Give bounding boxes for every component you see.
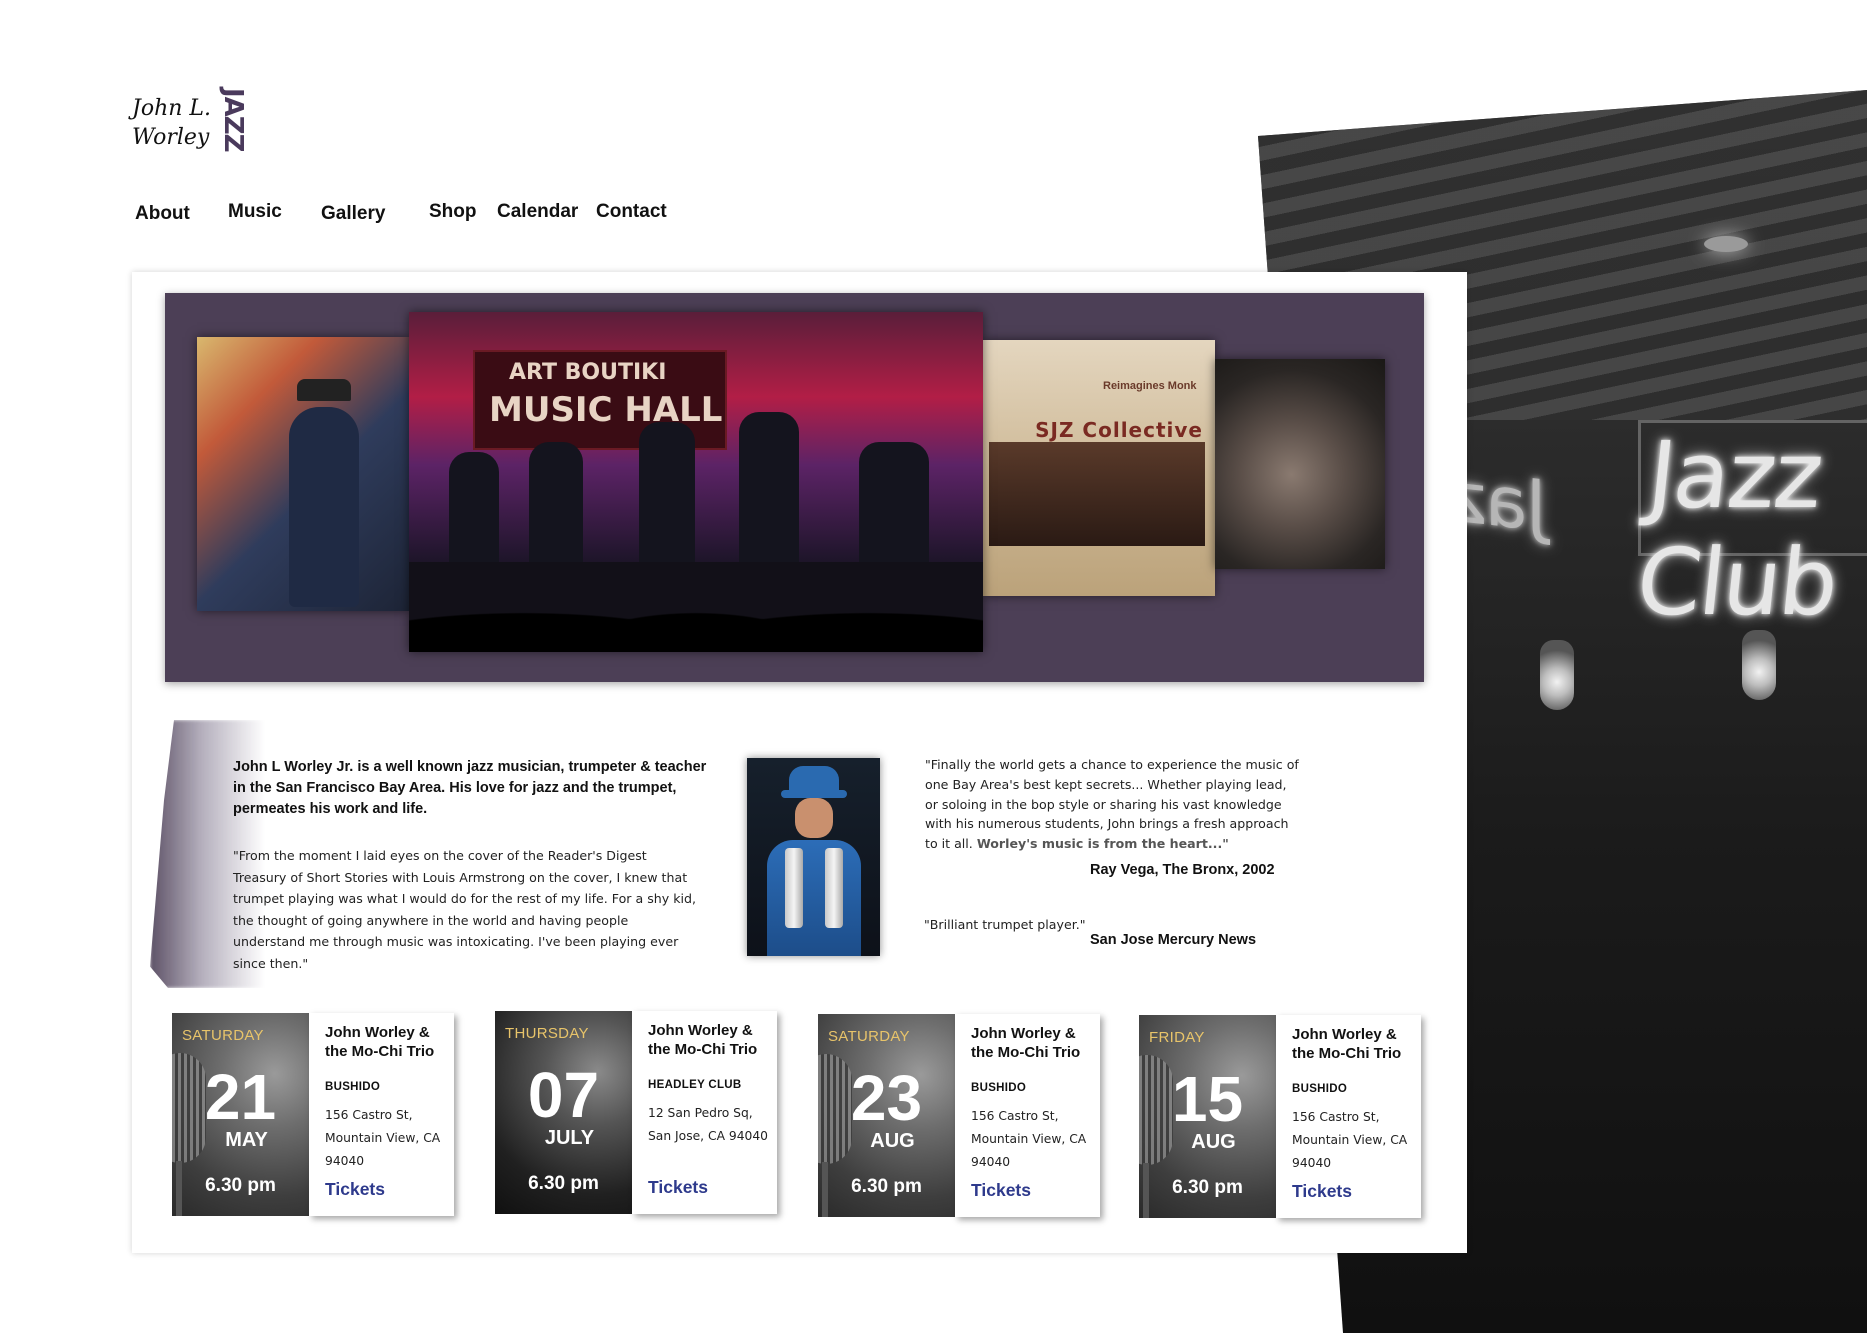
event-date: 21 xyxy=(204,1061,277,1133)
ceiling-light xyxy=(1704,236,1748,252)
event-info: John Worley & the Mo-Chi Trio HEADLEY CL… xyxy=(632,1011,777,1214)
event-info: John Worley & the Mo-Chi Trio BUSHIDO 15… xyxy=(1276,1015,1421,1218)
trumpet-performer-photo[interactable] xyxy=(197,337,409,611)
performer-figure xyxy=(289,407,359,607)
poster-heading: SJZ Collective xyxy=(1035,418,1203,442)
trumpet-closeup-photo[interactable] xyxy=(1215,359,1385,569)
event-month: AUG xyxy=(870,1130,915,1152)
nav-shop[interactable]: Shop xyxy=(429,201,477,223)
event-date: 07 xyxy=(527,1059,600,1131)
review-1-source: Ray Vega, The Bronx, 2002 xyxy=(1090,862,1275,878)
tickets-link[interactable]: Tickets xyxy=(325,1179,385,1200)
face-shape xyxy=(795,798,833,838)
event-date-panel: FRIDAY 15 AUG 6.30 pm xyxy=(1139,1015,1276,1218)
event-month: AUG xyxy=(1191,1131,1236,1153)
event-info: John Worley & the Mo-Chi Trio BUSHIDO 15… xyxy=(309,1013,454,1216)
nav-calendar[interactable]: Calendar xyxy=(497,201,578,223)
event-title: John Worley & the Mo-Chi Trio xyxy=(971,1025,1081,1061)
event-venue: BUSHIDO xyxy=(971,1082,1027,1094)
banner-line-2: MUSIC HALL xyxy=(489,390,723,430)
photo-gallery: Reimagines Monk SJZ Collective ART BOUTI… xyxy=(165,293,1424,682)
nav-contact[interactable]: Contact xyxy=(596,201,667,223)
event-time: 6.30 pm xyxy=(528,1173,599,1194)
event-day: SATURDAY xyxy=(182,1027,264,1044)
event-address: 156 Castro St, Mountain View, CA 94040 xyxy=(325,1108,441,1168)
logo-jazz-word: JAZZ xyxy=(218,88,248,152)
tickets-link[interactable]: Tickets xyxy=(648,1177,708,1198)
event-date: 23 xyxy=(850,1062,923,1134)
jacket-shape xyxy=(767,840,861,956)
poster-title: Reimagines Monk xyxy=(1103,380,1197,392)
event-address: 156 Castro St, Mountain View, CA 94040 xyxy=(1292,1110,1408,1170)
tickets-link[interactable]: Tickets xyxy=(971,1180,1031,1201)
nav-gallery[interactable]: Gallery xyxy=(321,203,385,225)
audience-silhouettes xyxy=(409,562,983,652)
nav-music[interactable]: Music xyxy=(228,201,282,223)
event-title: John Worley & the Mo-Chi Trio xyxy=(1292,1026,1402,1062)
musician-figure xyxy=(449,452,499,572)
event-date-panel: SATURDAY 23 AUG 6.30 pm xyxy=(818,1014,955,1217)
event-day: THURSDAY xyxy=(505,1025,589,1042)
neon-sign: Jazz Club xyxy=(1631,422,1842,636)
event-card: SATURDAY 21 MAY 6.30 pm John Worley & th… xyxy=(172,1013,454,1216)
sjz-collective-poster[interactable]: Reimagines Monk SJZ Collective xyxy=(983,340,1215,596)
musician-figure xyxy=(859,442,929,572)
nav-about[interactable]: About xyxy=(135,203,190,225)
musician-figure xyxy=(639,422,695,572)
john-worley-portrait xyxy=(747,758,880,956)
trumpet-icon xyxy=(785,848,803,928)
event-date-panel: THURSDAY 07 JULY 6.30 pm xyxy=(495,1011,632,1214)
bio-quote: "From the moment I laid eyes on the cove… xyxy=(233,848,696,971)
event-month: MAY xyxy=(225,1129,268,1151)
event-time: 6.30 pm xyxy=(1172,1177,1243,1198)
poster-band-image xyxy=(989,442,1205,546)
event-address: 12 San Pedro Sq, San Jose, CA 94040 xyxy=(648,1106,769,1143)
event-time: 6.30 pm xyxy=(205,1175,276,1196)
logo-line-2: Worley xyxy=(132,125,210,150)
tickets-link[interactable]: Tickets xyxy=(1292,1181,1352,1202)
review-2-source: San Jose Mercury News xyxy=(1090,932,1257,948)
event-address: 156 Castro St, Mountain View, CA 94040 xyxy=(971,1109,1087,1169)
event-info: John Worley & the Mo-Chi Trio BUSHIDO 15… xyxy=(955,1014,1100,1217)
event-day: SATURDAY xyxy=(828,1028,910,1045)
logo-line-1: John L. xyxy=(132,96,211,121)
event-month: JULY xyxy=(544,1127,595,1149)
hat-shape xyxy=(297,379,351,401)
site-logo[interactable]: John L. Worley JAZZ xyxy=(132,88,248,160)
review-1: "Finally the world gets a chance to expe… xyxy=(925,755,1300,854)
event-card: SATURDAY 23 AUG 6.30 pm John Worley & th… xyxy=(818,1014,1100,1217)
logo-script: John L. Worley xyxy=(132,94,211,152)
event-title: John Worley & the Mo-Chi Trio xyxy=(648,1022,758,1058)
event-day: FRIDAY xyxy=(1149,1029,1205,1046)
musician-figure xyxy=(529,442,583,572)
musician-figure xyxy=(739,412,799,572)
hat-brim xyxy=(781,790,847,798)
event-venue: BUSHIDO xyxy=(325,1081,381,1093)
event-card: FRIDAY 15 AUG 6.30 pm John Worley & the … xyxy=(1139,1015,1421,1218)
event-time: 6.30 pm xyxy=(851,1176,922,1197)
bio-lead: John L Worley Jr. is a well known jazz m… xyxy=(233,759,707,817)
banner-line-1: ART BOUTIKI xyxy=(509,360,667,385)
review-2-text: "Brilliant trumpet player." xyxy=(924,917,1086,932)
trumpet-icon xyxy=(825,848,843,928)
hanging-lamp xyxy=(1540,640,1574,710)
event-date: 15 xyxy=(1171,1063,1244,1135)
event-title: John Worley & the Mo-Chi Trio xyxy=(325,1024,435,1060)
hanging-lamp xyxy=(1742,630,1776,700)
event-date-panel: SATURDAY 21 MAY 6.30 pm xyxy=(172,1013,309,1216)
event-venue: BUSHIDO xyxy=(1292,1083,1348,1095)
event-venue: HEADLEY CLUB xyxy=(648,1079,742,1091)
event-card: THURSDAY 07 JULY 6.30 pm John Worley & t… xyxy=(495,1011,777,1214)
music-hall-band-photo[interactable]: ART BOUTIKI MUSIC HALL xyxy=(409,312,983,652)
review-1-emphasis: Worley's music is from the heart..." xyxy=(976,836,1229,852)
